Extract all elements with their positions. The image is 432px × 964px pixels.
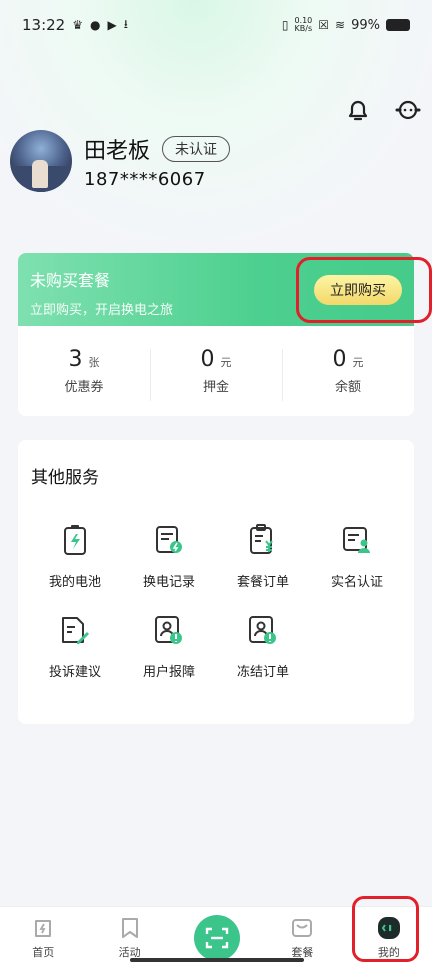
customer-service-icon[interactable] (394, 96, 422, 124)
stat-deposit[interactable]: 0元 押金 (150, 347, 282, 401)
app-notification-icon: ● (90, 18, 101, 32)
wifi-icon: ≋ (335, 18, 346, 32)
stat-value: 0 (332, 347, 347, 372)
swap-record-icon (151, 522, 187, 558)
service-label: 冻结订单 (236, 665, 289, 680)
profile-section[interactable]: 田老板 未认证 187****6067 (10, 130, 231, 192)
stat-balance[interactable]: 0元 余额 (282, 347, 414, 401)
stat-label: 余额 (334, 380, 361, 395)
freeze-order-icon (245, 612, 281, 648)
tab-label: 首页 (32, 946, 55, 959)
no-sim-icon: ☒ (318, 18, 330, 32)
package-order-icon (245, 522, 281, 558)
play-icon: ▶ (107, 18, 117, 32)
home-icon (30, 915, 56, 941)
network-speed-unit: KB/s (294, 24, 313, 33)
service-label: 我的电池 (48, 575, 101, 590)
battery-icon (386, 19, 410, 31)
stat-unit: 元 (220, 356, 232, 369)
service-report-fault[interactable]: 用户报障 (122, 612, 216, 680)
download-icon: ⭳ (123, 16, 128, 31)
account-stats: 3张 优惠券 0元 押金 0元 余额 (18, 326, 414, 416)
service-label: 套餐订单 (236, 575, 289, 590)
activity-icon (117, 915, 143, 941)
package-icon (289, 915, 315, 941)
other-services-card: 其他服务 我的电池 换电记录 套餐订单 实名认证 投诉建议 用户报障 冻结订单 (18, 440, 414, 724)
report-fault-icon (151, 612, 187, 648)
stat-unit: 元 (352, 356, 364, 369)
battery-icon (57, 522, 93, 558)
tab-activity[interactable]: 活动 (86, 907, 172, 964)
scan-button[interactable] (194, 915, 240, 961)
stat-unit: 张 (88, 356, 100, 369)
service-swap-record[interactable]: 换电记录 (122, 522, 216, 590)
stat-value: 3 (68, 347, 83, 372)
service-label: 用户报障 (142, 665, 195, 680)
service-label: 投诉建议 (48, 665, 101, 680)
stat-value: 0 (200, 347, 215, 372)
scan-icon (205, 927, 229, 949)
crown-icon: ♛ (72, 18, 83, 32)
service-package-order[interactable]: 套餐订单 (216, 522, 310, 590)
stat-label: 优惠券 (64, 380, 104, 395)
status-bar: 13:22 ♛ ● ▶ ⭳ ▯ 0.10 KB/s ☒ ≋ 99% (0, 0, 432, 50)
tab-home[interactable]: 首页 (0, 907, 86, 964)
service-id-verify[interactable]: 实名认证 (310, 522, 404, 590)
vibrate-icon: ▯ (281, 18, 289, 32)
network-speed: 0.10 KB/s (294, 17, 312, 33)
complaint-icon (57, 612, 93, 648)
verify-status-badge[interactable]: 未认证 (162, 135, 231, 162)
highlight-annotation-tab (352, 896, 419, 962)
stat-label: 押金 (202, 380, 229, 395)
id-verify-icon (339, 522, 375, 558)
service-complaint[interactable]: 投诉建议 (28, 612, 122, 680)
status-time: 13:22 (22, 16, 66, 34)
service-label: 换电记录 (142, 575, 195, 590)
service-my-battery[interactable]: 我的电池 (28, 522, 122, 590)
user-name: 田老板 (84, 138, 151, 164)
tab-package[interactable]: 套餐 (259, 907, 345, 964)
user-phone: 187****6067 (84, 168, 206, 190)
stat-coupons[interactable]: 3张 优惠券 (18, 347, 150, 395)
service-label: 实名认证 (330, 575, 383, 590)
highlight-annotation (296, 257, 432, 323)
bell-icon[interactable] (344, 96, 372, 124)
avatar[interactable] (10, 130, 72, 192)
service-freeze-order[interactable]: 冻结订单 (216, 612, 310, 680)
services-title: 其他服务 (31, 468, 99, 488)
battery-percent: 99% (351, 17, 380, 33)
home-indicator (130, 958, 304, 962)
